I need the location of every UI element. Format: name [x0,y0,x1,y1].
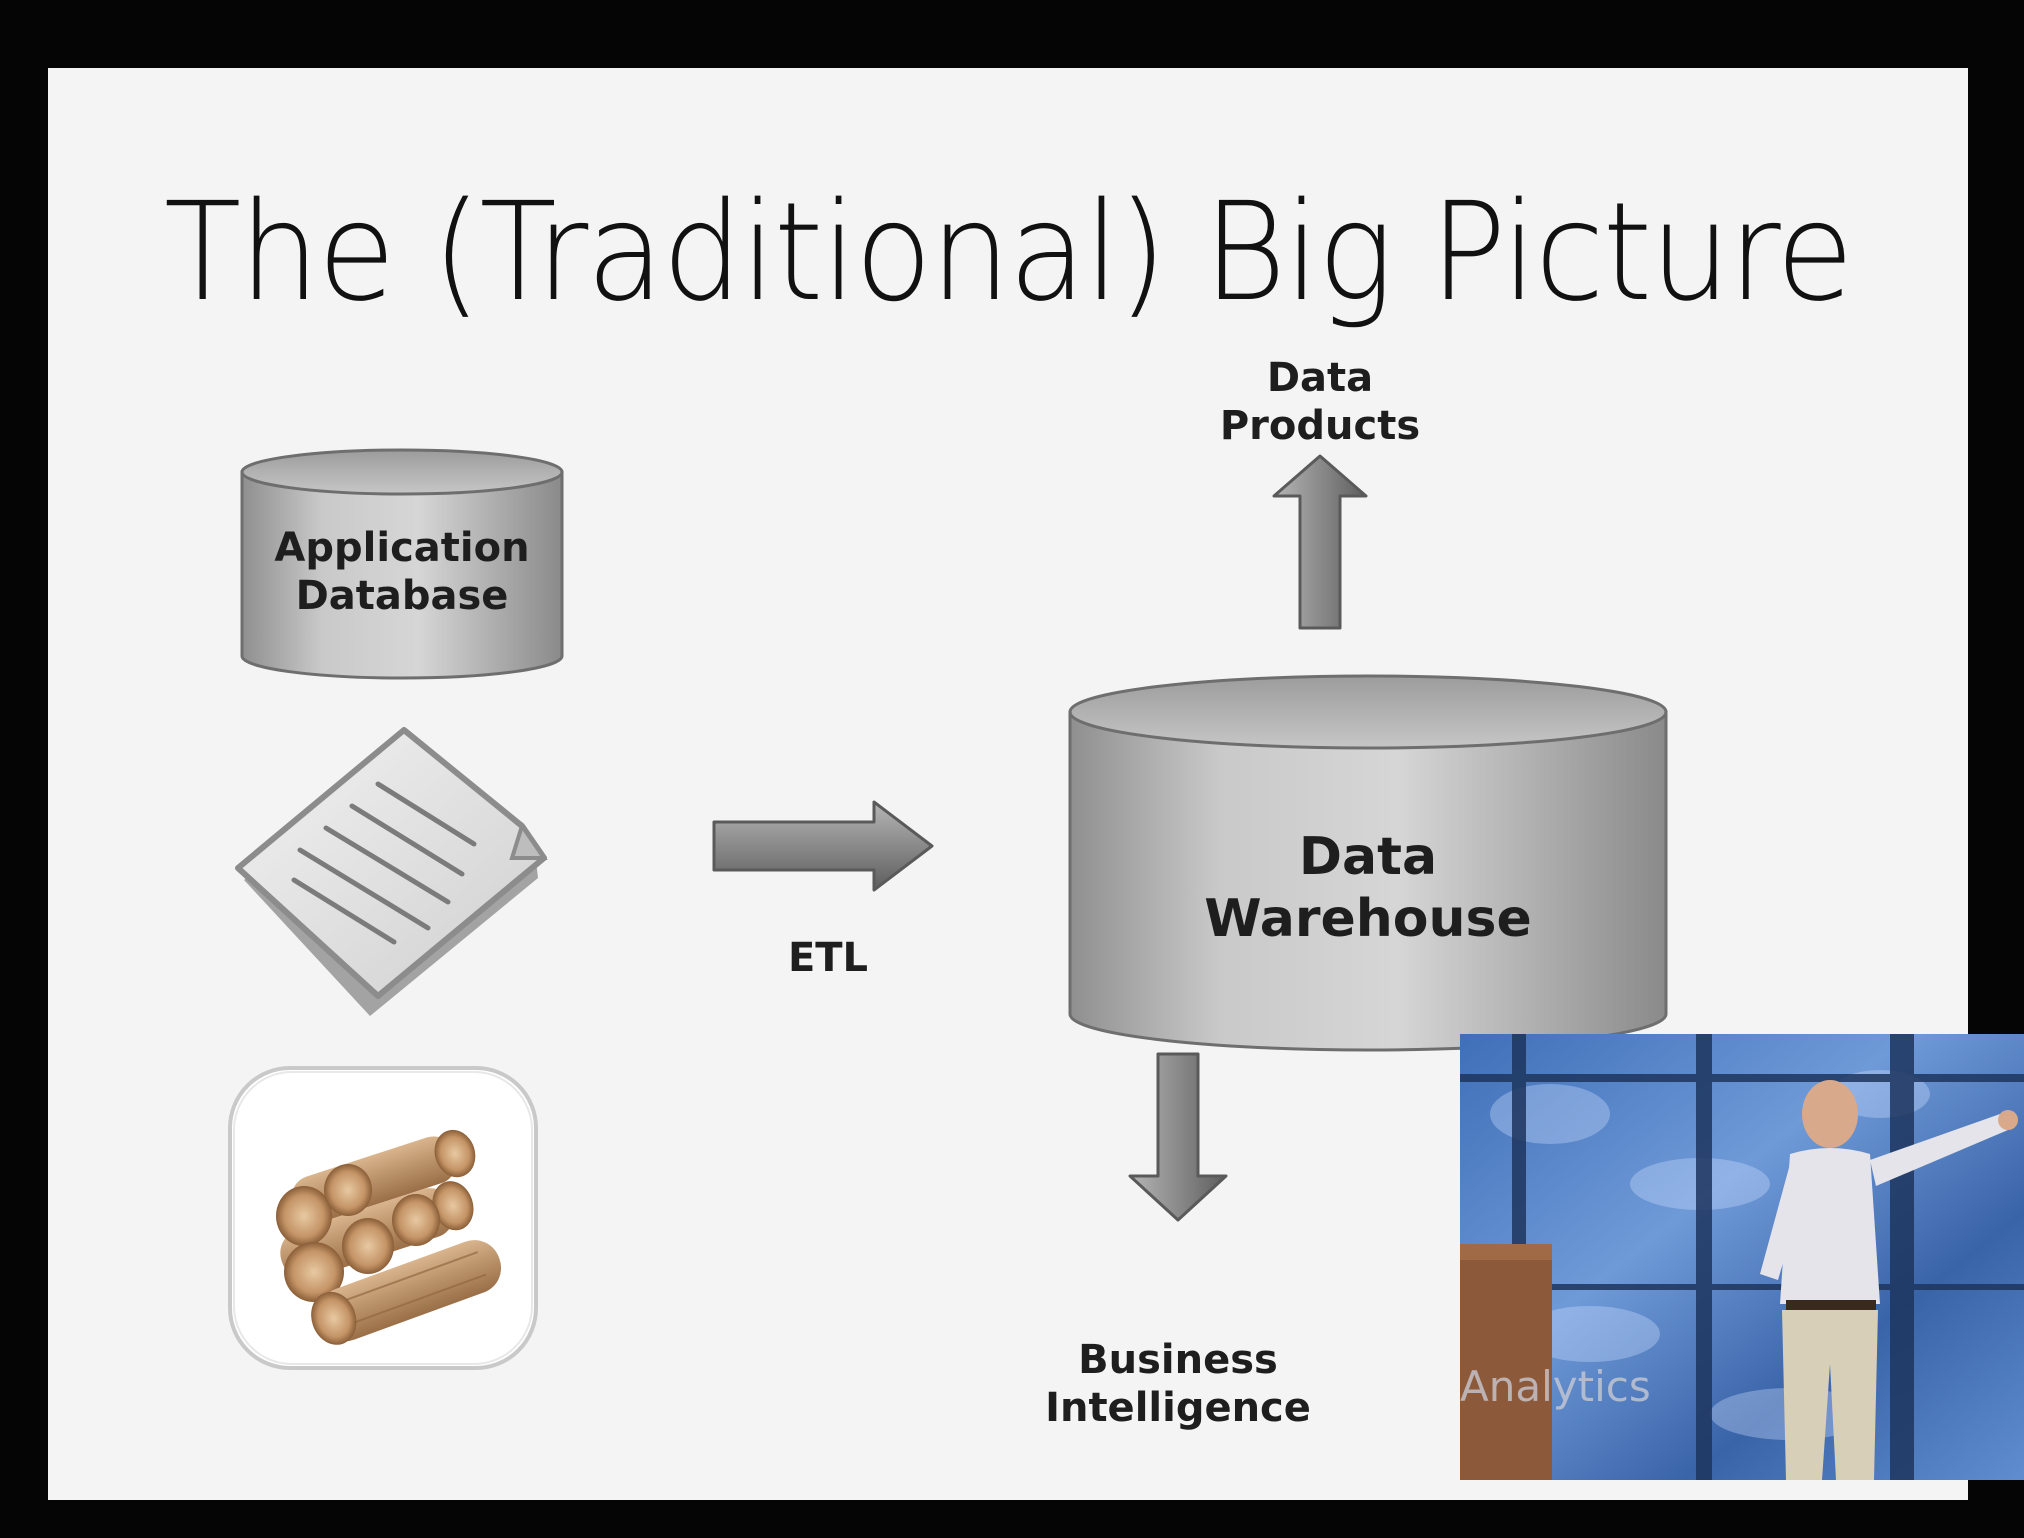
logs-icon [228,1066,538,1370]
video-overlay-text: Analytics [1460,1362,1651,1411]
speaker-video-overlay [1460,1034,2024,1480]
etl-label: ETL [787,935,869,981]
data-products-arrow [1272,454,1368,630]
application-database-label: Application Database [274,525,530,619]
data-warehouse-label: Data Warehouse [1204,827,1532,949]
business-intelligence-label: Business Intelligence [1045,1337,1311,1431]
data-products-label: Data Products [1219,355,1421,449]
document-icon [235,727,548,1016]
business-intelligence-arrow [1128,1052,1228,1222]
etl-arrow [712,800,934,892]
speaker-video-frame [1460,1034,2024,1480]
